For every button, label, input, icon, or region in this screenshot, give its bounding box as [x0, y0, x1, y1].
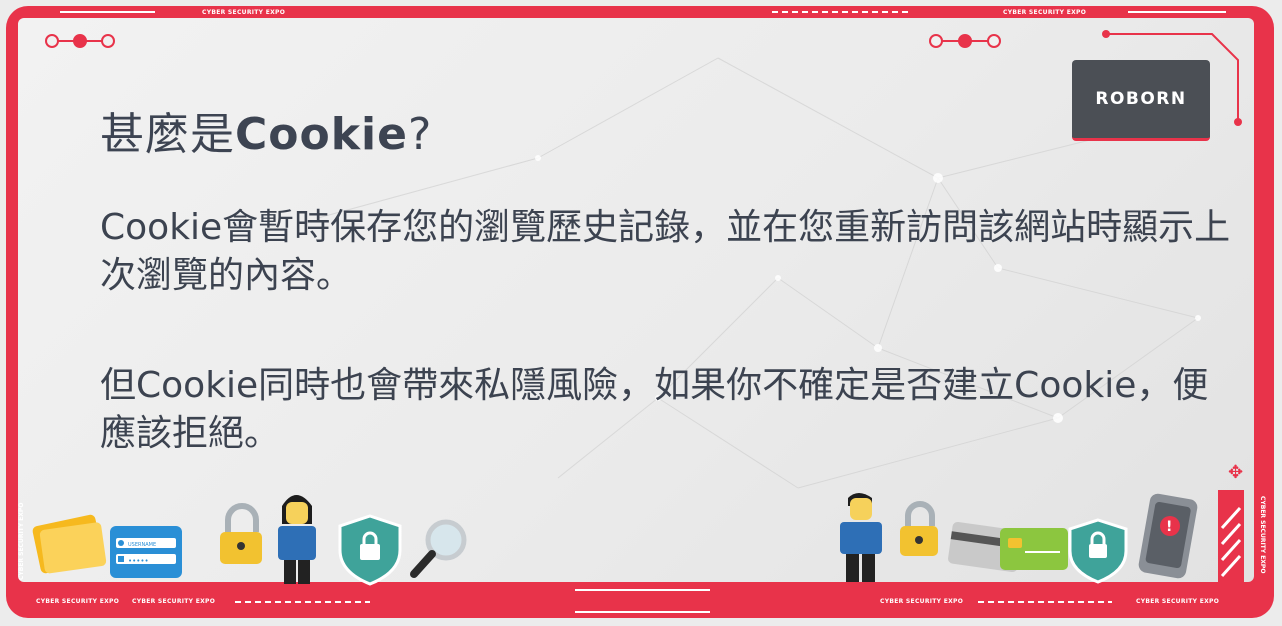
frame-label-bottom-left-2: CYBER SECURITY EXPO — [132, 598, 216, 605]
frame-label-bottom-right-1: CYBER SECURITY EXPO — [880, 598, 964, 605]
login-password-dots: ••••• — [128, 557, 149, 565]
padlock-icon-right — [900, 501, 938, 556]
frame-label-right-side: CYBER SECURITY EXPO — [1259, 496, 1266, 574]
svg-text:!: ! — [1166, 519, 1172, 535]
credit-cards-icon — [948, 521, 1068, 573]
phone-alert-icon: ! — [1138, 493, 1198, 579]
left-illustrations: USERNAME ••••• — [32, 495, 467, 586]
character-man — [840, 493, 882, 582]
frame-label-top-left: CYBER SECURITY EXPO — [202, 9, 286, 16]
move-icon[interactable]: ✥ — [1228, 462, 1243, 483]
frame-label-left-side: CYBER SECURITY EXPO — [18, 502, 25, 580]
shield-lock-icon — [338, 514, 402, 586]
padlock-icon — [220, 503, 262, 564]
shield-icon-right — [1068, 518, 1128, 584]
login-username-label: USERNAME — [128, 542, 156, 548]
frame-label-top-right: CYBER SECURITY EXPO — [1003, 9, 1087, 16]
frame-label-bottom-left-1: CYBER SECURITY EXPO — [36, 598, 120, 605]
right-illustrations: ! — [840, 493, 1198, 584]
character-woman — [278, 495, 316, 584]
magnifier-icon — [410, 519, 467, 578]
folder-icon — [32, 514, 107, 574]
frame-label-bottom-right-2: CYBER SECURITY EXPO — [1136, 598, 1220, 605]
login-card-icon — [110, 526, 182, 578]
